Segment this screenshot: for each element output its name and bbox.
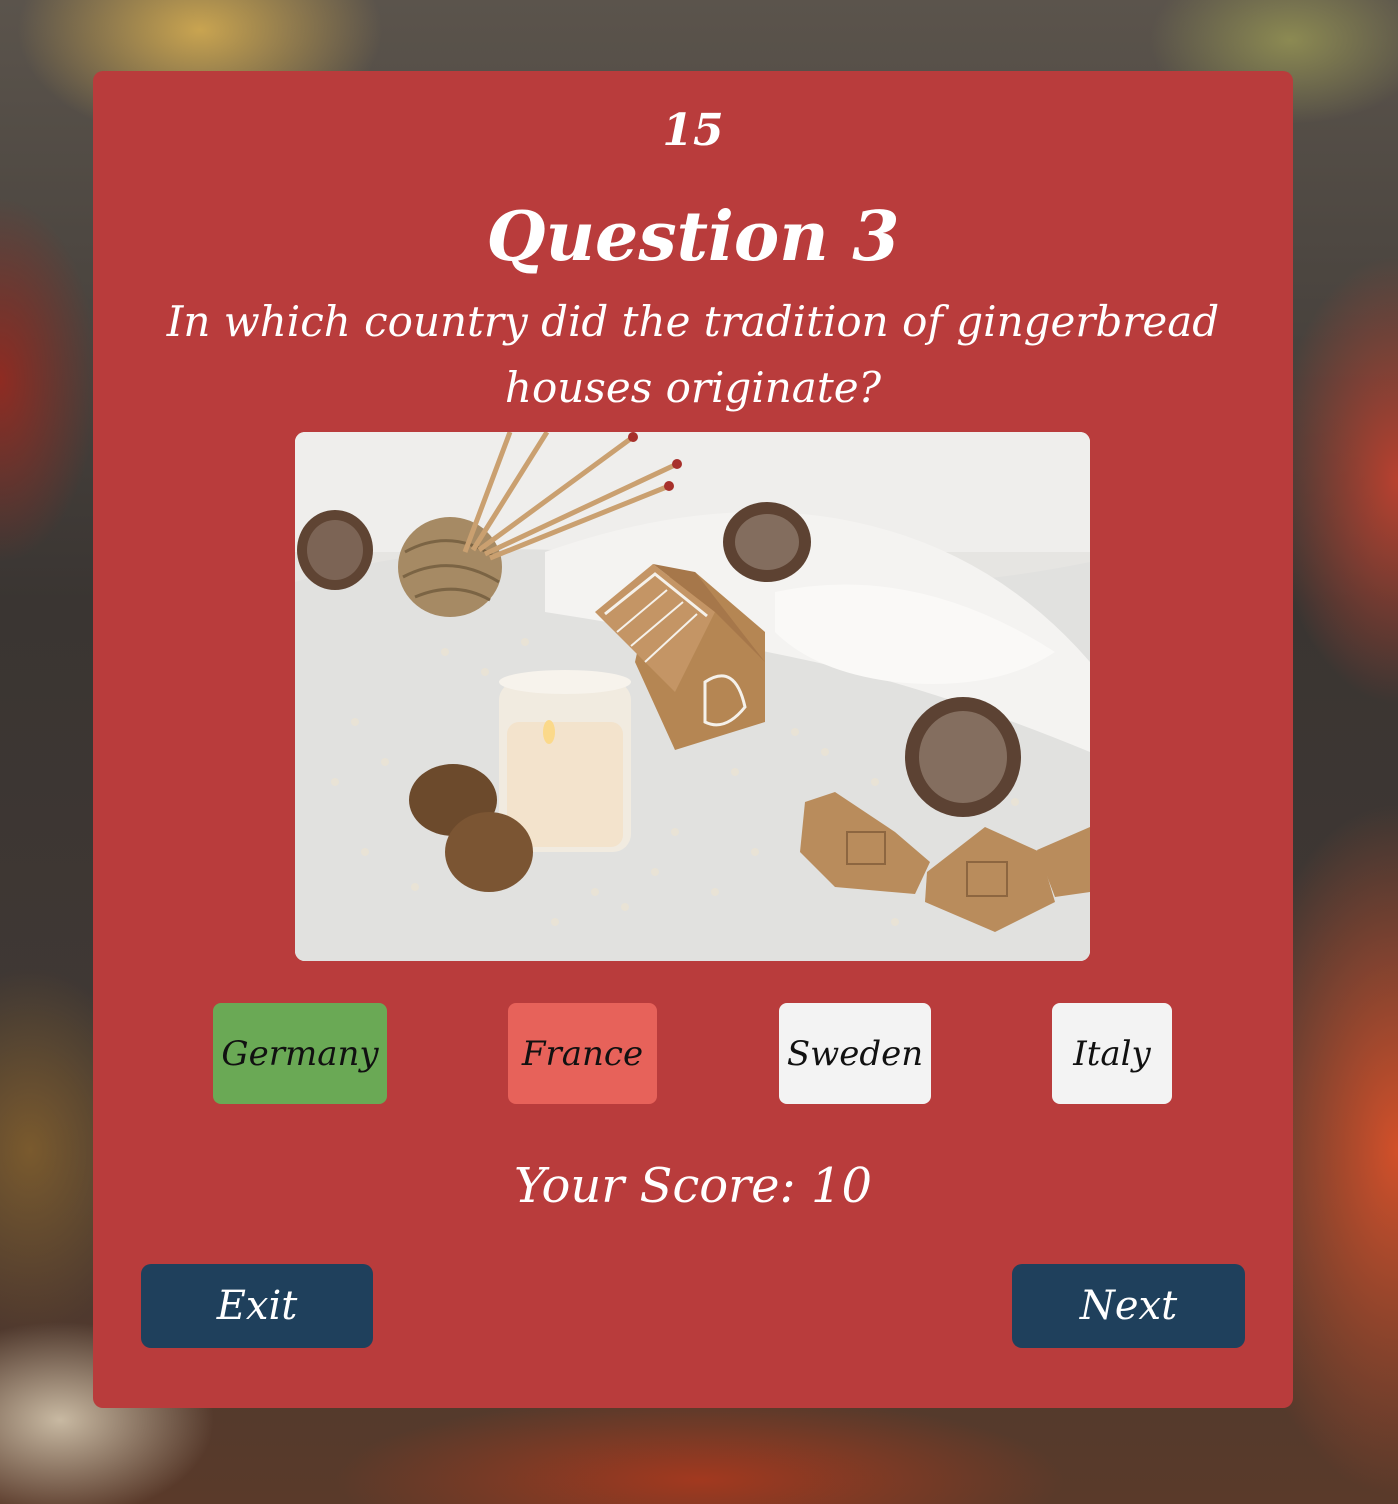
answer-germany-button[interactable]: Germany xyxy=(213,1003,387,1104)
next-button[interactable]: Next xyxy=(1012,1264,1245,1348)
answer-italy-button[interactable]: Italy xyxy=(1052,1003,1172,1104)
countdown-timer: 15 xyxy=(662,105,724,156)
answer-options: Germany France Sweden Italy xyxy=(93,1003,1293,1104)
exit-button[interactable]: Exit xyxy=(141,1264,373,1348)
answer-sweden-button[interactable]: Sweden xyxy=(779,1003,931,1104)
score-display: Your Score: 10 xyxy=(513,1158,873,1214)
question-text: In which country did the tradition of gi… xyxy=(166,297,1220,412)
answer-france-button[interactable]: France xyxy=(508,1003,657,1104)
question-image xyxy=(295,432,1090,961)
quiz-card: 15 Question 3 In which country did the t… xyxy=(93,71,1293,1408)
question-number: Question 3 xyxy=(486,197,900,277)
